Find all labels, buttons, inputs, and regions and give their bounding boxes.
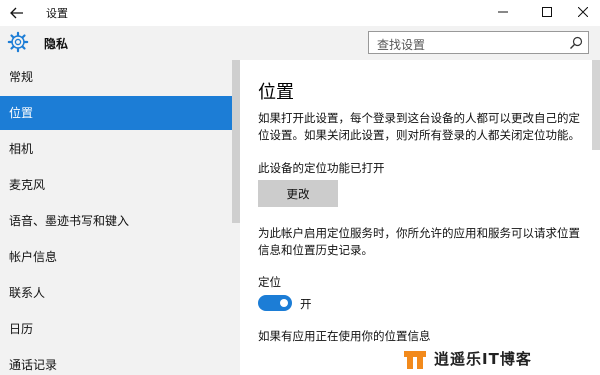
- device-location-status: 此设备的定位功能已打开: [258, 161, 385, 175]
- close-icon: [578, 7, 588, 17]
- site-logo-icon: [404, 351, 426, 369]
- main-content: 位置 如果打开此设置，每个登录到这台设备的人都可以更改自己的定位设置。如果关闭此…: [240, 60, 600, 375]
- sidebar-item-account-info[interactable]: 帐户信息: [0, 240, 232, 274]
- search-placeholder: 查找设置: [377, 38, 426, 52]
- window-title: 设置: [46, 7, 68, 20]
- back-arrow-icon: [10, 7, 23, 19]
- change-button[interactable]: 更改: [258, 180, 338, 207]
- toggle-state-label: 开: [300, 297, 312, 311]
- sidebar-item-general[interactable]: 常规: [0, 60, 232, 94]
- section-title: 隐私: [44, 37, 69, 51]
- sidebar-item-calendar[interactable]: 日历: [0, 312, 232, 346]
- watermark: 逍遥乐IT博客: [400, 345, 600, 373]
- sidebar-item-camera[interactable]: 相机: [0, 132, 232, 166]
- gear-icon: [7, 31, 29, 53]
- minimize-button[interactable]: [488, 0, 518, 24]
- settings-header: 隐私 查找设置: [0, 26, 600, 60]
- title-bar: 设置: [0, 0, 600, 26]
- main-scrollbar[interactable]: [592, 60, 600, 150]
- sidebar-item-location[interactable]: 位置: [0, 96, 232, 130]
- location-toggle[interactable]: [258, 295, 292, 311]
- location-description: 如果打开此设置，每个登录到这台设备的人都可以更改自己的定位设置。如果关闭此设置，…: [258, 111, 580, 142]
- watermark-text: 逍遥乐IT博客: [434, 350, 532, 368]
- account-location-description: 为此帐户启用定位服务时，你所允许的应用和服务可以请求位置信息和位置历史记录。: [258, 226, 580, 257]
- sidebar-item-call-history[interactable]: 通话记录: [0, 348, 232, 375]
- sidebar-item-speech-inking[interactable]: 语音、墨迹书写和键入: [0, 204, 232, 238]
- maximize-button[interactable]: [532, 0, 562, 24]
- search-icon[interactable]: [569, 36, 583, 50]
- minimize-icon: [498, 11, 508, 13]
- maximize-icon: [542, 7, 552, 17]
- apps-using-location-text: 如果有应用正在使用你的位置信息: [258, 329, 431, 343]
- back-button[interactable]: [6, 3, 28, 23]
- sidebar-item-microphone[interactable]: 麦克风: [0, 168, 232, 202]
- sidebar-scrollbar[interactable]: [232, 60, 240, 223]
- close-button[interactable]: [568, 0, 598, 24]
- sidebar-item-contacts[interactable]: 联系人: [0, 276, 232, 310]
- search-input[interactable]: 查找设置: [368, 31, 589, 54]
- page-title: 位置: [258, 82, 294, 103]
- location-label: 定位: [258, 275, 281, 289]
- toggle-knob: [280, 299, 288, 307]
- sidebar: 常规 位置 相机 麦克风 语音、墨迹书写和键入 帐户信息 联系人 日历 通话记录: [0, 60, 240, 375]
